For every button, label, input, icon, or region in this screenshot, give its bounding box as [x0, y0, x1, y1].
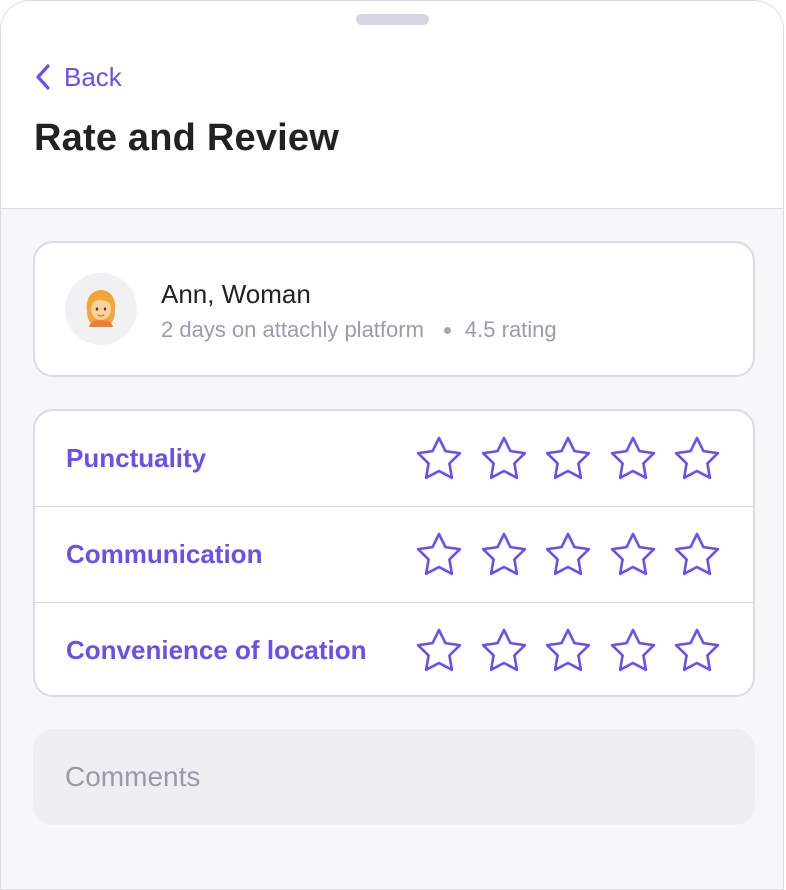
- sheet-grabber-handle[interactable]: [356, 14, 429, 25]
- star-icon[interactable]: [544, 627, 592, 675]
- rating-row-communication: Communication: [35, 507, 753, 603]
- star-rating: [415, 627, 721, 675]
- header: Back Rate and Review: [1, 1, 783, 209]
- star-icon[interactable]: [609, 531, 657, 579]
- star-icon[interactable]: [673, 531, 721, 579]
- star-icon[interactable]: [415, 627, 463, 675]
- chevron-left-icon: [34, 63, 52, 91]
- star-icon[interactable]: [415, 531, 463, 579]
- page-title: Rate and Review: [34, 117, 339, 159]
- woman-emoji-icon: [81, 287, 121, 332]
- profile-meta: 2 days on attachly platform 4.5 rating: [161, 317, 557, 343]
- rating-label: Punctuality: [66, 443, 207, 473]
- star-icon[interactable]: [544, 531, 592, 579]
- star-icon[interactable]: [673, 627, 721, 675]
- comments-input[interactable]: [33, 729, 755, 825]
- star-icon[interactable]: [480, 531, 528, 579]
- platform-days: 2 days on attachly platform: [161, 317, 424, 342]
- rating-label: Convenience of location: [66, 635, 367, 665]
- star-icon[interactable]: [544, 435, 592, 483]
- separator-dot: [443, 326, 451, 334]
- review-sheet: Back Rate and Review Ann, Woman 2 days o…: [0, 0, 784, 890]
- rating-label: Communication: [66, 539, 263, 569]
- profile-rating: 4.5 rating: [464, 317, 557, 342]
- back-button[interactable]: Back: [34, 59, 122, 95]
- ratings-card: Punctuality Communication Convenience of…: [33, 409, 755, 697]
- rating-row-convenience-of-location: Convenience of location: [35, 603, 753, 695]
- star-icon[interactable]: [673, 435, 721, 483]
- star-icon[interactable]: [609, 435, 657, 483]
- back-label: Back: [64, 61, 122, 92]
- profile-card: Ann, Woman 2 days on attachly platform 4…: [33, 241, 755, 377]
- star-rating: [415, 531, 721, 579]
- rating-row-punctuality: Punctuality: [35, 411, 753, 507]
- star-icon[interactable]: [480, 627, 528, 675]
- star-icon[interactable]: [609, 627, 657, 675]
- star-icon[interactable]: [480, 435, 528, 483]
- star-rating: [415, 435, 721, 483]
- star-icon[interactable]: [415, 435, 463, 483]
- profile-name: Ann, Woman: [161, 279, 311, 309]
- avatar: [65, 273, 137, 345]
